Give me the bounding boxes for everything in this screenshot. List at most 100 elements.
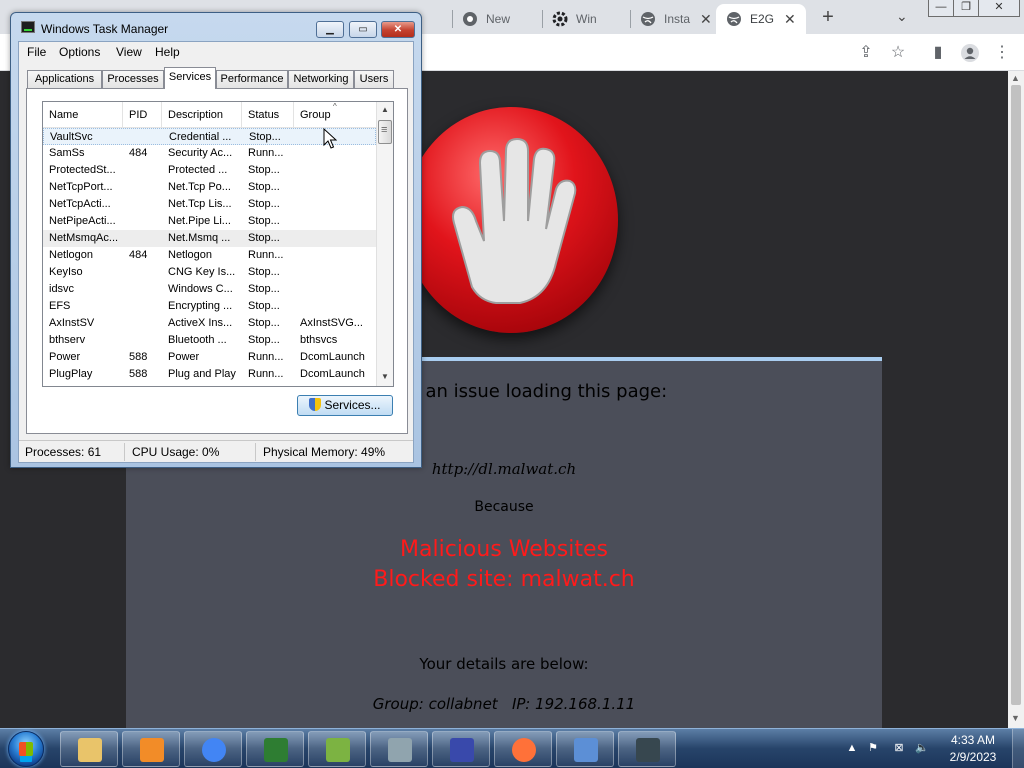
profile-avatar-icon[interactable] — [960, 43, 980, 63]
cell-description: Credential ... — [169, 131, 232, 143]
taskbar-button[interactable] — [246, 731, 304, 767]
cell-status: Stop... — [248, 300, 280, 312]
globe-icon — [640, 11, 656, 27]
cell-name: ProtectedSt... — [49, 164, 116, 176]
cell-description: Netlogon — [168, 249, 213, 261]
new-tab-button[interactable]: + — [818, 6, 838, 29]
scroll-up-arrow-icon[interactable]: ▲ — [381, 105, 389, 114]
minimize-button[interactable]: ▁ — [316, 21, 344, 38]
menu-view[interactable]: View — [116, 45, 142, 59]
tab-e2g-active[interactable]: E2G ✕ — [716, 4, 806, 34]
table-row[interactable]: NetMsmqAc... Net.Msmq ... Stop... — [43, 230, 376, 247]
cell-status: Stop... — [248, 198, 280, 210]
close-button[interactable]: ✕ — [381, 21, 415, 38]
table-row[interactable]: ProtectedSt... Protected ... Stop... — [43, 162, 376, 179]
services-list[interactable]: Name PID Description Status Group ^ Vaul… — [42, 101, 394, 387]
taskbar-button[interactable] — [494, 731, 552, 767]
taskbar-button[interactable] — [556, 731, 614, 767]
scroll-thumb[interactable] — [1011, 85, 1021, 705]
menu-file[interactable]: File — [27, 45, 46, 59]
taskbar-button[interactable] — [308, 731, 366, 767]
ip-label: IP: 192.168.1.11 — [512, 695, 636, 713]
show-hidden-icons-icon[interactable]: ▲ — [845, 741, 859, 755]
task-manager-titlebar[interactable]: Windows Task Manager ▁ ▭ ✕ — [11, 13, 421, 39]
cell-name: NetTcpActi... — [49, 198, 111, 210]
taskbar-button[interactable] — [122, 731, 180, 767]
minimize-button[interactable]: — — [928, 0, 954, 17]
cell-group: DcomLaunch — [300, 368, 365, 380]
scroll-down-arrow-icon[interactable]: ▼ — [1011, 713, 1020, 723]
csharp-editor-icon — [264, 738, 288, 762]
cell-name: SamSs — [49, 147, 85, 159]
list-scroll-thumb[interactable] — [378, 120, 392, 144]
column-header-status[interactable]: Status — [242, 102, 294, 128]
cell-name: NetMsmqAc... — [49, 232, 119, 244]
taskbar-button[interactable] — [184, 731, 242, 767]
table-row[interactable]: idsvc Windows C... Stop... — [43, 281, 376, 298]
side-panel-icon[interactable]: ▮ — [928, 43, 948, 63]
table-row[interactable]: NetPipeActi... Net.Pipe Li... Stop... — [43, 213, 376, 230]
taskbar-button[interactable] — [370, 731, 428, 767]
column-header-pid[interactable]: PID — [123, 102, 162, 128]
table-row[interactable]: bthserv Bluetooth ... Stop... bthsvcs — [43, 332, 376, 349]
column-header-description[interactable]: Description — [162, 102, 242, 128]
start-button[interactable] — [8, 731, 44, 767]
clock-date[interactable]: 2/9/2023 — [942, 750, 1004, 764]
share-icon[interactable]: ⇪ — [856, 43, 876, 63]
menu-kebab-icon[interactable]: ⋮ — [992, 43, 1012, 63]
tab-users[interactable]: Users — [354, 70, 394, 88]
tab-services[interactable]: Services — [164, 67, 216, 89]
list-scrollbar[interactable]: ▲ ▼ — [376, 102, 393, 386]
column-header-name[interactable]: Name — [43, 102, 123, 128]
window-title: Windows Task Manager — [41, 22, 169, 36]
close-tab-icon[interactable]: ✕ — [700, 11, 712, 28]
table-row[interactable]: NetTcpActi... Net.Tcp Lis... Stop... — [43, 196, 376, 213]
network-disconnected-icon[interactable]: ⊠ — [892, 741, 906, 755]
tab-applications[interactable]: Applications — [27, 70, 102, 88]
menu-help[interactable]: Help — [155, 45, 180, 59]
tab-search-chevron-icon[interactable]: ⌄ — [896, 8, 908, 25]
table-row[interactable]: NetTcpPort... Net.Tcp Po... Stop... — [43, 179, 376, 196]
taskbar-button[interactable] — [618, 731, 676, 767]
cell-name: bthserv — [49, 334, 86, 346]
scroll-up-arrow-icon[interactable]: ▲ — [1011, 73, 1020, 83]
close-window-button[interactable]: ✕ — [978, 0, 1020, 17]
menu-options[interactable]: Options — [59, 45, 100, 59]
cell-name: KeyIso — [49, 266, 83, 278]
table-row[interactable]: EFS Encrypting ... Stop... — [43, 298, 376, 315]
services-button[interactable]: Services... — [297, 395, 393, 416]
chrome-favicon-icon — [462, 11, 478, 27]
cell-description: Net.Msmq ... — [168, 232, 231, 244]
clock-time[interactable]: 4:33 AM — [942, 733, 1004, 747]
tab-processes[interactable]: Processes — [102, 70, 164, 88]
taskbar-button[interactable] — [60, 731, 118, 767]
tab-performance[interactable]: Performance — [216, 70, 288, 88]
tab-insta[interactable]: Insta ✕ — [640, 4, 720, 34]
tab-win[interactable]: Win — [552, 4, 628, 34]
taskbar-button[interactable] — [432, 731, 490, 767]
cell-name: AxInstSV — [49, 317, 95, 329]
sort-ascending-icon: ^ — [333, 102, 337, 111]
bookmark-star-icon[interactable]: ☆ — [888, 43, 908, 63]
page-scrollbar[interactable]: ▲ ▼ — [1008, 71, 1024, 728]
volume-icon[interactable]: 🔈 — [915, 741, 929, 755]
user-details: Group: collabnet IP: 192.168.1.11 — [126, 695, 882, 713]
scroll-down-arrow-icon[interactable]: ▼ — [381, 372, 389, 381]
show-desktop-button[interactable] — [1012, 729, 1024, 768]
table-row[interactable]: PlugPlay 588 Plug and Play Runn... DcomLaunc… — [43, 366, 376, 383]
close-tab-icon[interactable]: ✕ — [784, 11, 796, 28]
table-row[interactable]: Power 588 Power Runn... DcomLaunch — [43, 349, 376, 366]
table-row[interactable]: KeyIso CNG Key Is... Stop... — [43, 264, 376, 281]
tab-networking[interactable]: Networking — [288, 70, 354, 88]
status-memory: Physical Memory: 49% — [263, 445, 386, 459]
blocked-site: Blocked site: malwat.ch — [373, 567, 635, 592]
restore-button[interactable]: ❐ — [953, 0, 979, 17]
cell-pid: 588 — [129, 351, 148, 363]
task-manager-icon — [636, 738, 660, 762]
tab-new[interactable]: New — [462, 4, 542, 34]
maximize-button[interactable]: ▭ — [349, 21, 377, 38]
table-row[interactable]: Netlogon 484 Netlogon Runn... — [43, 247, 376, 264]
action-center-flag-icon[interactable]: ⚑ — [866, 741, 880, 755]
table-row[interactable]: AxInstSV ActiveX Ins... Stop... AxInstSVG..… — [43, 315, 376, 332]
cell-name: Power — [49, 351, 81, 363]
